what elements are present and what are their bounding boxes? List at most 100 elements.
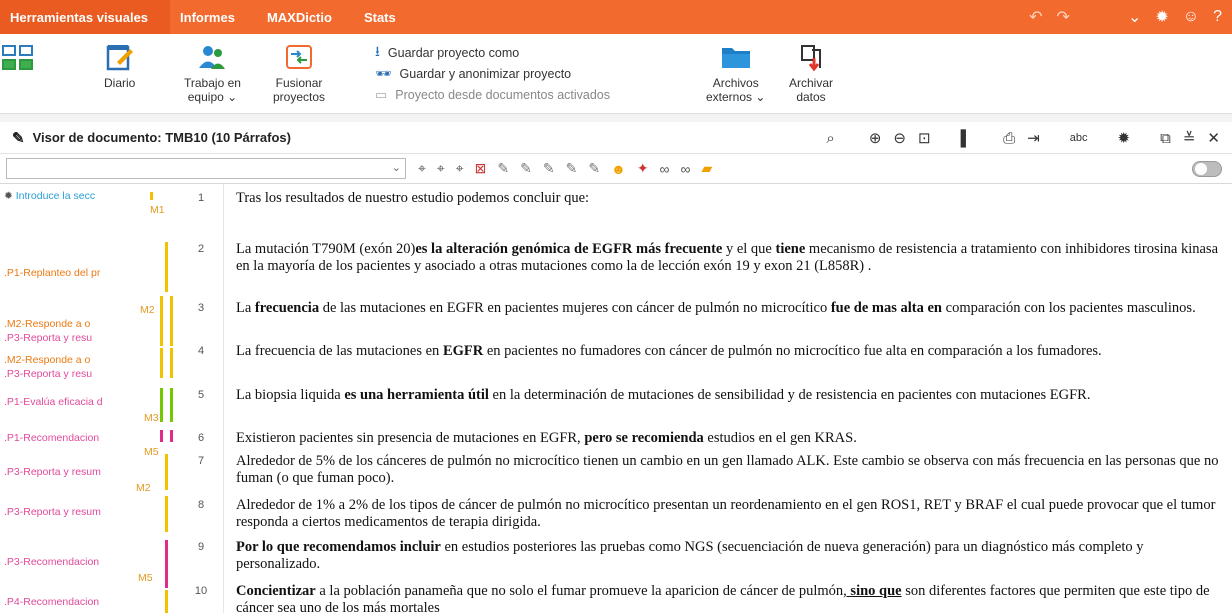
paragraph-number: 9 bbox=[197, 541, 205, 553]
code-stripe-label[interactable]: ✹ Introduce la secc bbox=[4, 190, 95, 202]
paragraph[interactable]: Por lo que recomendamos incluir en estud… bbox=[236, 539, 1224, 573]
code-stripe-label[interactable]: .P3-Reporta y resu bbox=[4, 332, 92, 344]
zoom-fit-icon[interactable]: ⊡ bbox=[918, 129, 931, 147]
code-stripe-label[interactable]: .P3-Recomendacion bbox=[4, 556, 99, 568]
archivar-datos-button[interactable]: Archivar datos bbox=[789, 40, 833, 104]
edit-mode-toggle[interactable] bbox=[1192, 161, 1222, 177]
export-icon[interactable]: ⇥ bbox=[1027, 129, 1040, 147]
archivos-externos-button[interactable]: Archivos externos ⌄ bbox=[706, 40, 765, 104]
code-stripe-label[interactable]: .P1-Replanteo del pr bbox=[4, 267, 100, 279]
fusionar-label-1: Fusionar bbox=[275, 76, 323, 90]
external-folder-icon bbox=[720, 40, 752, 74]
code-stripe-label[interactable]: .P1-Recomendacion bbox=[4, 432, 99, 444]
paragraph[interactable]: La frecuencia de las mutaciones en EGFR … bbox=[236, 300, 1224, 317]
link-icon[interactable]: ∞ bbox=[660, 161, 670, 177]
document-viewer-title: Visor de documento: TMB10 (10 Párrafos) bbox=[32, 130, 291, 145]
tab-stats[interactable]: Stats bbox=[354, 0, 418, 34]
settings-gear-icon[interactable]: ✹ bbox=[1155, 7, 1168, 27]
symbol-code-icon[interactable]: ✦ bbox=[637, 160, 649, 177]
redo-icon[interactable]: ↷ bbox=[1057, 7, 1070, 27]
help-icon[interactable]: ? bbox=[1213, 8, 1222, 26]
paragraph[interactable]: La frecuencia de las mutaciones en EGFR … bbox=[236, 343, 1224, 360]
unlink-icon[interactable]: ∞ bbox=[681, 161, 691, 177]
paragraph[interactable]: La biopsia liquida es una herramienta út… bbox=[236, 387, 1224, 404]
guardar-anon-label: Guardar y anonimizar proyecto bbox=[399, 66, 572, 81]
trabajo-equipo-button[interactable]: Trabajo en equipo ⌄ bbox=[184, 40, 241, 104]
code-selector-combobox[interactable]: ⌄ bbox=[6, 158, 406, 179]
paragraph-number: 10 bbox=[194, 585, 208, 597]
layout-grid-icon bbox=[2, 40, 33, 74]
tab-herramientas-visuales[interactable]: Herramientas visuales bbox=[0, 0, 171, 34]
print-icon[interactable]: ⎙ bbox=[1003, 130, 1015, 147]
undock-icon[interactable]: ⧉ bbox=[1160, 130, 1171, 147]
team-icon bbox=[197, 40, 227, 74]
undo-icon[interactable]: ↶ bbox=[1029, 7, 1042, 27]
settings-icon[interactable]: ✹ bbox=[1118, 129, 1131, 147]
settings-icon: ✹ bbox=[4, 190, 13, 202]
smiley-icon[interactable]: ☺ bbox=[1183, 8, 1199, 26]
tab-maxdictio[interactable]: MAXDictio bbox=[257, 0, 354, 34]
paragraph-number: 5 bbox=[197, 389, 205, 401]
proyecto-desde-label: Proyecto desde documentos activados bbox=[395, 87, 611, 102]
code-icon[interactable]: ⌖ bbox=[418, 160, 426, 177]
paragraph-number: 8 bbox=[197, 499, 205, 511]
spellcheck-icon[interactable]: abc bbox=[1070, 132, 1088, 144]
document-text[interactable]: Tras los resultados de nuestro estudio p… bbox=[224, 184, 1232, 613]
highlighter-red-icon[interactable]: ✎ bbox=[497, 160, 509, 177]
code-in-vivo-icon[interactable]: ⌖ bbox=[456, 160, 464, 177]
code-stripe-label[interactable]: .P3-Reporta y resu bbox=[4, 368, 92, 380]
paragraph[interactable]: Alrededor de 5% de los cánceres de pulmó… bbox=[236, 453, 1224, 487]
minimize-icon[interactable]: ≚ bbox=[1183, 129, 1196, 147]
paragraph-number: 2 bbox=[197, 243, 205, 255]
code-stripe-label[interactable]: .P1-Evalúa eficacia d bbox=[4, 396, 103, 408]
trabajo-label-1: Trabajo en bbox=[184, 76, 241, 90]
archivos-label-2: externos ⌄ bbox=[706, 90, 766, 104]
paragraph-number-column: 1 2 3 4 5 6 7 8 9 10 bbox=[178, 184, 224, 613]
proyecto-desde-documentos-button[interactable]: ▭ Proyecto desde documentos activados bbox=[375, 84, 610, 105]
paragraph[interactable]: Concientizar a la población panameña que… bbox=[236, 583, 1224, 613]
memo-label[interactable]: M5 bbox=[138, 572, 153, 584]
guardar-como-button[interactable]: ⭳ Guardar proyecto como bbox=[375, 42, 610, 63]
save-group: ⭳ Guardar proyecto como 🕶 Guardar y anon… bbox=[375, 42, 610, 105]
panel-icon[interactable]: ▌ bbox=[961, 130, 972, 147]
edit-document-icon[interactable]: ✎ bbox=[12, 129, 25, 147]
tab-informes[interactable]: Informes bbox=[170, 0, 257, 34]
trabajo-label-2: equipo ⌄ bbox=[187, 90, 238, 104]
paragraph-number: 1 bbox=[197, 192, 205, 204]
main-menu-bar: Herramientas visuales Informes MAXDictio… bbox=[0, 0, 1232, 34]
paragraph[interactable]: La mutación T790M (exón 20)es la alterac… bbox=[236, 241, 1224, 275]
zoom-out-icon[interactable]: ⊖ bbox=[893, 129, 906, 147]
diario-button[interactable]: Diario bbox=[104, 40, 135, 90]
memo-label[interactable]: M2 bbox=[136, 482, 151, 494]
chevron-down-icon[interactable]: ⌄ bbox=[1128, 7, 1141, 27]
code-with-new-icon[interactable]: ⌖ bbox=[437, 160, 445, 177]
code-selection-icon[interactable]: ⊠ bbox=[475, 160, 487, 177]
search-icon[interactable]: ⌕ bbox=[826, 130, 834, 147]
layout-grid-button[interactable] bbox=[2, 40, 33, 76]
code-stripe-label[interactable]: .M2-Responde a o bbox=[4, 318, 90, 330]
memo-label[interactable]: M1 bbox=[150, 204, 165, 216]
code-stripe-label[interactable]: .P3-Reporta y resum bbox=[4, 506, 101, 518]
code-stripe-label[interactable]: .P4-Recomendacion bbox=[4, 596, 99, 608]
emoticode-icon[interactable]: ☻ bbox=[611, 161, 626, 177]
close-icon[interactable]: ✕ bbox=[1207, 129, 1220, 147]
zoom-in-icon[interactable]: ⊕ bbox=[869, 129, 882, 147]
code-stripe-label[interactable]: .M2-Responde a o bbox=[4, 354, 90, 366]
memo-label[interactable]: M5 bbox=[144, 446, 159, 458]
code-stripe-label[interactable]: .P3-Reporta y resum bbox=[4, 466, 101, 478]
fusionar-proyectos-button[interactable]: Fusionar proyectos bbox=[273, 40, 325, 104]
guardar-anonimizar-button[interactable]: 🕶 Guardar y anonimizar proyecto bbox=[375, 63, 610, 84]
memo-label[interactable]: M2 bbox=[140, 304, 155, 316]
highlighter-blue-icon[interactable]: ✎ bbox=[543, 160, 555, 177]
paragraph[interactable]: Tras los resultados de nuestro estudio p… bbox=[236, 190, 1224, 207]
paragraph[interactable]: Alrededor de 1% a 2% de los tipos de cán… bbox=[236, 497, 1224, 531]
highlighter-purple-icon[interactable]: ✎ bbox=[566, 160, 578, 177]
highlighter-green-icon[interactable]: ✎ bbox=[520, 160, 532, 177]
paragraph[interactable]: Existieron pacientes sin presencia de mu… bbox=[236, 430, 1224, 447]
memo-label[interactable]: M3 bbox=[144, 412, 159, 424]
highlighter-yellow-icon[interactable]: ✎ bbox=[588, 160, 600, 177]
document-viewer-titlebar: ✎ Visor de documento: TMB10 (10 Párrafos… bbox=[0, 122, 1232, 154]
comment-icon[interactable]: ▰ bbox=[702, 160, 713, 177]
chevron-down-icon[interactable]: ⌄ bbox=[392, 161, 401, 174]
format-toolbar: ⌄ ⌖ ⌖ ⌖ ⊠ ✎ ✎ ✎ ✎ ✎ ☻ ✦ ∞ ∞ ▰ bbox=[0, 154, 1232, 184]
